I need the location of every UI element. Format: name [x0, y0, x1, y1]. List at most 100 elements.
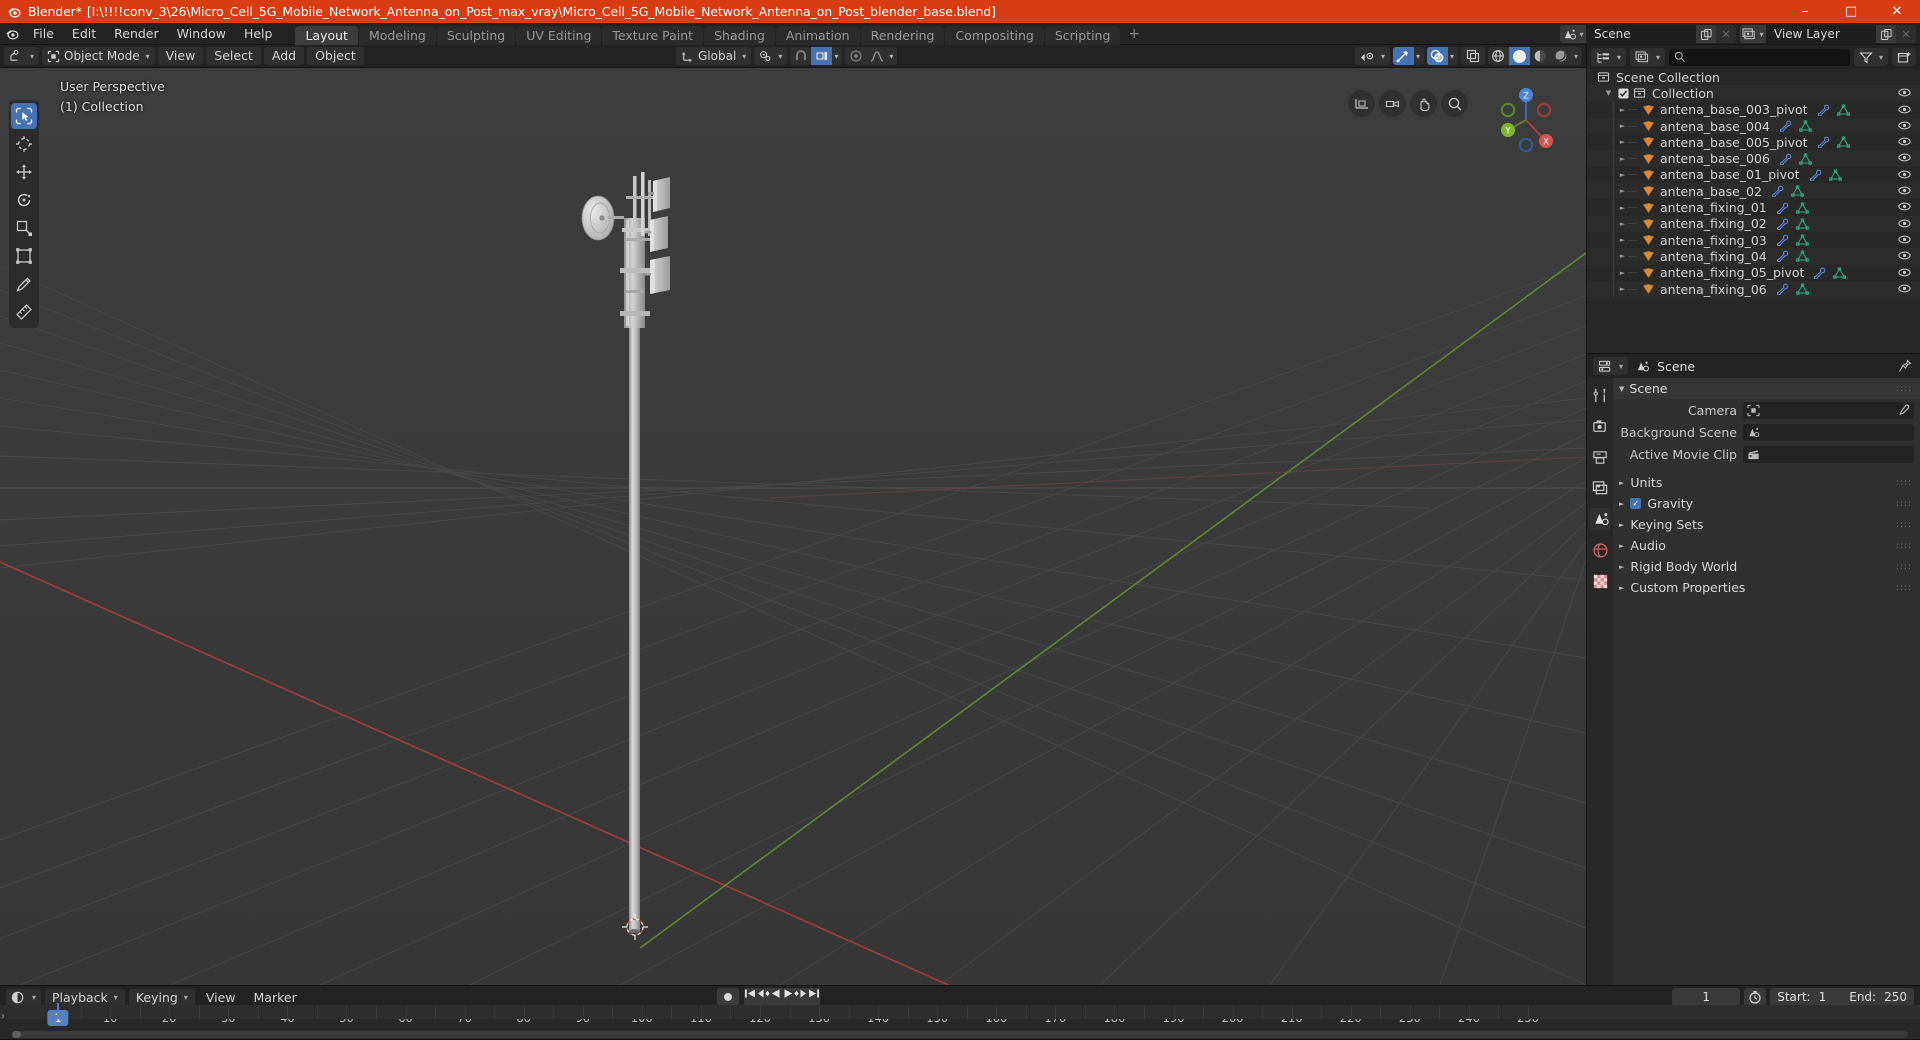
transform-tool[interactable]: [11, 243, 37, 269]
outliner-display-mode-icon[interactable]: ▾: [1591, 48, 1627, 66]
chevron-right-icon[interactable]: ►: [1617, 285, 1628, 293]
hide-eye-icon[interactable]: [1898, 266, 1911, 279]
tweak-select-box-tool[interactable]: [11, 103, 37, 129]
auto-keying-record-icon[interactable]: [717, 988, 739, 1006]
play-icon[interactable]: [782, 988, 794, 1006]
view-layer-icon[interactable]: ▾: [1740, 25, 1766, 43]
navigation-gizmo[interactable]: Z X Y: [1487, 81, 1565, 159]
tab-rendering[interactable]: Rendering: [860, 25, 945, 45]
output-tab[interactable]: [1589, 446, 1611, 468]
chevron-right-icon[interactable]: ►: [1617, 155, 1628, 163]
falloff-curve-icon[interactable]: [866, 47, 887, 65]
hide-eye-icon[interactable]: [1898, 151, 1911, 164]
move-tool[interactable]: [11, 159, 37, 185]
outliner-row-scene-collection[interactable]: Scene Collection: [1587, 69, 1920, 85]
hide-eye-icon[interactable]: [1898, 217, 1911, 230]
viewport-menu-add[interactable]: Add: [263, 47, 305, 65]
outliner-row-collection[interactable]: ▼ Collection: [1587, 85, 1920, 102]
mesh-data-icon[interactable]: [1795, 234, 1809, 246]
hide-eye-icon[interactable]: [1898, 135, 1911, 148]
outliner-row-object[interactable]: ► antena_fixing_04: [1587, 248, 1920, 265]
shading-solid-icon[interactable]: [1508, 47, 1530, 65]
panel-grip[interactable]: ::::: [1896, 562, 1912, 572]
menu-window[interactable]: Window: [168, 23, 235, 45]
panel-header-custom-properties[interactable]: ► Custom Properties ::::: [1613, 577, 1920, 598]
pin-icon[interactable]: [1898, 359, 1912, 373]
modifier-wrench-icon[interactable]: [1817, 136, 1830, 149]
editor-type-3dview-icon[interactable]: ▾: [4, 47, 40, 65]
render-tab[interactable]: [1589, 415, 1611, 437]
scene-unlink-button[interactable]: ✕: [1716, 25, 1736, 43]
maximize-button[interactable]: □: [1828, 0, 1874, 23]
snap-magnet-icon[interactable]: [790, 47, 811, 65]
chevron-down-icon[interactable]: ▼: [1603, 89, 1614, 97]
modifier-wrench-icon[interactable]: [1776, 218, 1789, 230]
mesh-data-icon[interactable]: [1799, 120, 1812, 132]
viewport-menu-object[interactable]: Object: [307, 47, 364, 65]
modifier-wrench-icon[interactable]: [1809, 169, 1822, 181]
tab-shading[interactable]: Shading: [704, 25, 775, 45]
menu-render[interactable]: Render: [105, 23, 168, 45]
mesh-data-icon[interactable]: [1833, 267, 1847, 279]
object-mode-selector[interactable]: Object Mode ▾: [42, 47, 155, 65]
search-input[interactable]: [1669, 48, 1850, 66]
hide-eye-icon[interactable]: [1898, 200, 1911, 213]
modifier-wrench-icon[interactable]: [1817, 104, 1830, 116]
mesh-data-icon[interactable]: [1795, 218, 1809, 230]
outliner-row-object[interactable]: ► antena_base_01_pivot: [1587, 166, 1920, 184]
scrollbar-knob[interactable]: [12, 1031, 21, 1038]
tab-scripting[interactable]: Scripting: [1044, 25, 1121, 45]
hide-eye-icon[interactable]: [1898, 168, 1911, 181]
magnifier-zoom-icon[interactable]: [1441, 90, 1468, 117]
timeline-menu-marker[interactable]: Marker: [247, 989, 304, 1007]
scene-name[interactable]: Scene: [1586, 25, 1696, 43]
rotate-tool[interactable]: [11, 187, 37, 213]
chevron-right-icon[interactable]: ►: [1617, 122, 1628, 130]
proportional-edit-icon[interactable]: [845, 47, 866, 65]
collection-checkbox[interactable]: [1618, 88, 1629, 99]
active-movie-clip-field[interactable]: [1743, 445, 1914, 463]
chevron-right-icon[interactable]: ►: [1617, 187, 1628, 195]
camera-perspective-icon[interactable]: [1379, 90, 1406, 117]
texture-tab[interactable]: [1589, 570, 1611, 592]
measure-tool[interactable]: [11, 299, 37, 325]
blender-menu-icon[interactable]: [0, 23, 24, 45]
hide-eye-icon[interactable]: [1898, 103, 1911, 116]
frame-range-fields[interactable]: Start: 1 End: 250: [1770, 988, 1914, 1006]
stopwatch-icon[interactable]: [1744, 988, 1767, 1006]
panel-header-keying-sets[interactable]: ► Keying Sets ::::: [1613, 514, 1920, 535]
outliner-row-object[interactable]: ► antena_fixing_03: [1587, 231, 1920, 249]
outliner-row-object[interactable]: ► antena_base_02: [1587, 183, 1920, 200]
visibility-selector[interactable]: ▾: [1354, 47, 1390, 65]
timeline-menu-view[interactable]: View: [199, 989, 243, 1007]
panel-grip[interactable]: ::::: [1896, 520, 1912, 530]
scale-tool[interactable]: [11, 215, 37, 241]
menu-edit[interactable]: Edit: [63, 23, 105, 45]
outliner-row-object[interactable]: ► antena_base_003_pivot: [1587, 101, 1920, 118]
transform-orientation-selector[interactable]: Global ▾: [676, 47, 752, 65]
view-layer-tab[interactable]: [1589, 477, 1611, 499]
tab-texture-paint[interactable]: Texture Paint: [602, 25, 704, 45]
panel-grip[interactable]: ::::: [1896, 478, 1912, 488]
mesh-data-icon[interactable]: [1795, 250, 1809, 263]
hide-eye-icon[interactable]: [1898, 184, 1911, 197]
hide-eye-icon[interactable]: [1898, 86, 1911, 99]
shading-wireframe-icon[interactable]: [1488, 47, 1509, 65]
hide-eye-icon[interactable]: [1898, 119, 1911, 132]
jump-prev-keyframe-icon[interactable]: [756, 988, 770, 1006]
antenna-model-3d-object[interactable]: [0, 68, 1586, 985]
camera-field[interactable]: [1743, 401, 1914, 419]
mesh-data-icon[interactable]: [1836, 104, 1850, 116]
outliner-row-object[interactable]: ► antena_base_004: [1587, 117, 1920, 135]
close-button[interactable]: ✕: [1874, 0, 1920, 23]
new-collection-icon[interactable]: [1892, 48, 1916, 66]
hide-eye-icon[interactable]: [1898, 249, 1911, 262]
panel-grip[interactable]: ::::: [1896, 384, 1912, 394]
panel-header-rigid-body-world[interactable]: ► Rigid Body World ::::: [1613, 556, 1920, 577]
panel-grip[interactable]: ::::: [1896, 541, 1912, 551]
eyedropper-icon[interactable]: [1897, 404, 1910, 417]
panel-header-gravity[interactable]: ► ✓ Gravity ::::: [1613, 493, 1920, 514]
cursor-tool[interactable]: [11, 131, 37, 157]
panel-header-scene[interactable]: ▼ Scene ::::: [1613, 378, 1920, 399]
viewport-menu-select[interactable]: Select: [206, 47, 261, 65]
